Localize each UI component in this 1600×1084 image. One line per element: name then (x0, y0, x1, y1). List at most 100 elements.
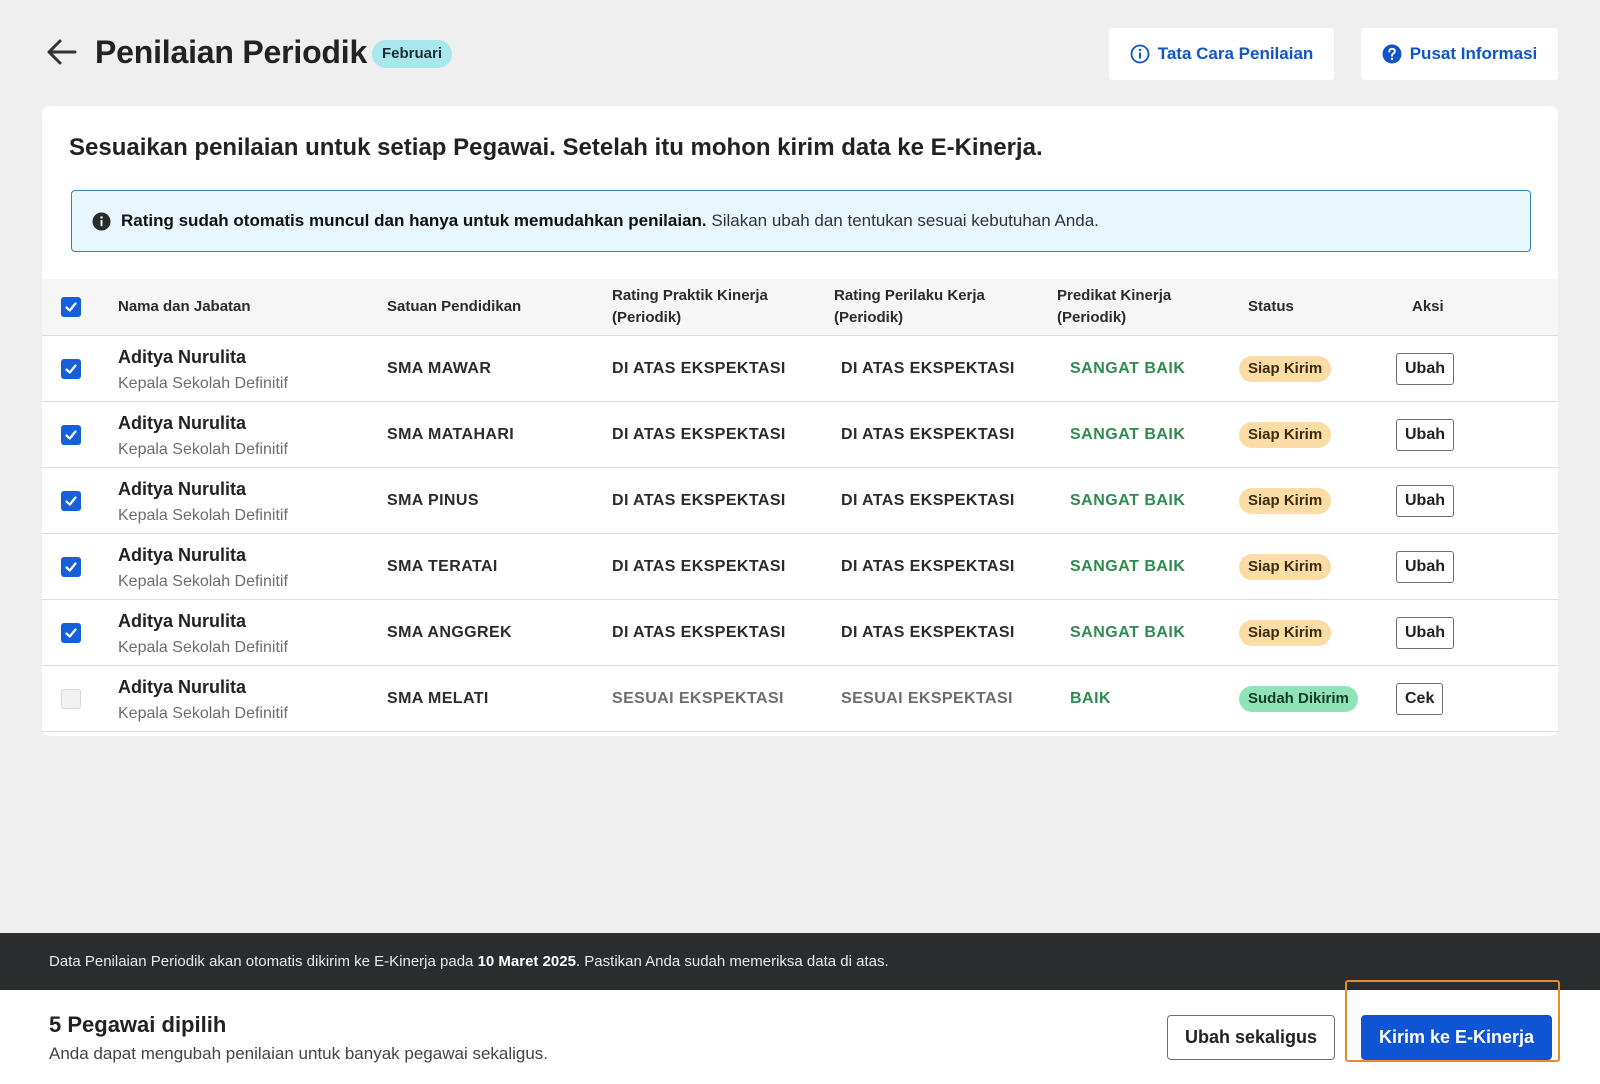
predikat-kinerja: SANGAT BAIK (1070, 492, 1186, 509)
education-unit: SMA TERATAI (387, 558, 498, 575)
col-header-predikat: Predikat Kinerja (Periodik) (1057, 285, 1171, 329)
notice-text: Data Penilaian Periodik akan otomatis di… (49, 953, 889, 970)
rating-perilaku-kerja: DI ATAS EKSPEKTASI (841, 492, 1015, 509)
bottom-action-bar: 5 Pegawai dipilih Anda dapat mengubah pe… (0, 980, 1600, 1084)
table-row: Aditya Nurulita Kepala Sekolah Definitif S… (42, 666, 1558, 732)
check-icon (65, 562, 77, 572)
rating-praktik-kinerja: DI ATAS EKSPEKTASI (612, 558, 786, 575)
employee-role: Kepala Sekolah Definitif (118, 375, 288, 392)
employee-name: Aditya Nurulita (118, 677, 247, 697)
education-unit: SMA ANGGREK (387, 624, 512, 641)
employee-role: Kepala Sekolah Definitif (118, 573, 288, 590)
education-unit: SMA MELATI (387, 690, 489, 707)
tata-cara-penilaian-button[interactable]: Tata Cara Penilaian (1109, 28, 1334, 80)
tata-cara-label: Tata Cara Penilaian (1157, 44, 1314, 63)
row-action-button[interactable]: Cek (1396, 683, 1444, 715)
info-banner-text: Rating sudah otomatis muncul dan hanya u… (121, 211, 1099, 231)
rating-perilaku-kerja: DI ATAS EKSPEKTASI (841, 624, 1015, 641)
table-row: Aditya Nurulita Kepala Sekolah Definitif S… (42, 402, 1558, 468)
col-header-name: Nama dan Jabatan (118, 298, 251, 315)
help-circle-icon (1382, 44, 1402, 64)
predikat-kinerja: SANGAT BAIK (1070, 624, 1186, 641)
employee-role: Kepala Sekolah Definitif (118, 705, 288, 722)
status-badge: Siap Kirim (1239, 488, 1332, 514)
rating-praktik-kinerja: DI ATAS EKSPEKTASI (612, 426, 786, 443)
info-banner-rest: Silakan ubah dan tentukan sesuai kebutuh… (711, 211, 1099, 230)
education-unit: SMA MAWAR (387, 360, 492, 377)
pusat-informasi-button[interactable]: Pusat Informasi (1361, 28, 1558, 80)
predikat-kinerja: SANGAT BAIK (1070, 426, 1186, 443)
rating-perilaku-kerja: DI ATAS EKSPEKTASI (841, 426, 1015, 443)
rating-perilaku-kerja: DI ATAS EKSPEKTASI (841, 360, 1015, 377)
row-action-button[interactable]: Ubah (1396, 551, 1454, 583)
rating-praktik-kinerja: DI ATAS EKSPEKTASI (612, 360, 786, 377)
education-unit: SMA MATAHARI (387, 426, 515, 443)
month-badge: Februari (372, 40, 453, 68)
status-badge: Siap Kirim (1239, 554, 1332, 580)
status-badge: Siap Kirim (1239, 356, 1332, 382)
col-header-predikat-line1: Predikat Kinerja (1057, 287, 1172, 304)
check-icon (65, 302, 77, 312)
col-header-rating-praktik: Rating Praktik Kinerja (Periodik) (612, 285, 768, 329)
status-badge: Siap Kirim (1239, 422, 1332, 448)
check-icon (65, 364, 77, 374)
info-circle-icon (1130, 44, 1150, 64)
employee-role: Kepala Sekolah Definitif (118, 441, 288, 458)
select-all-checkbox[interactable] (61, 297, 81, 317)
col-header-rating-praktik-line1: Rating Praktik Kinerja (612, 287, 768, 304)
row-checkbox[interactable] (61, 689, 81, 709)
page-header: Penilaian Periodik Februari Tata Cara Pe… (0, 0, 1600, 106)
table-row: Aditya Nurulita Kepala Sekolah Definitif S… (42, 336, 1558, 402)
pusat-informasi-label: Pusat Informasi (1409, 44, 1538, 63)
row-checkbox[interactable] (61, 359, 81, 379)
employee-name: Aditya Nurulita (118, 413, 247, 433)
notice-pre: Data Penilaian Periodik akan otomatis di… (49, 953, 474, 970)
send-to-ekinerja-button[interactable]: Kirim ke E-Kinerja (1361, 1015, 1552, 1060)
table-row: Aditya Nurulita Kepala Sekolah Definitif S… (42, 600, 1558, 666)
col-header-aksi: Aksi (1412, 298, 1444, 315)
row-action-button[interactable]: Ubah (1396, 485, 1454, 517)
info-banner: Rating sudah otomatis muncul dan hanya u… (71, 190, 1531, 252)
col-header-rating-perilaku: Rating Perilaku Kerja (Periodik) (834, 285, 985, 329)
table-header: Nama dan Jabatan Satuan Pendidikan Ratin… (42, 279, 1558, 336)
predikat-kinerja: SANGAT BAIK (1070, 558, 1186, 575)
row-action-button[interactable]: Ubah (1396, 419, 1454, 451)
row-checkbox[interactable] (61, 623, 81, 643)
col-header-unit: Satuan Pendidikan (387, 298, 522, 315)
arrow-left-icon (47, 39, 77, 65)
row-checkbox[interactable] (61, 557, 81, 577)
row-action-button[interactable]: Ubah (1396, 353, 1454, 385)
employee-name: Aditya Nurulita (118, 479, 247, 499)
assessment-card: Sesuaikan penilaian untuk setiap Pegawai… (42, 106, 1558, 736)
card-heading: Sesuaikan penilaian untuk setiap Pegawai… (69, 134, 1043, 161)
info-filled-icon (92, 211, 111, 231)
check-icon (65, 628, 77, 638)
education-unit: SMA PINUS (387, 492, 479, 509)
rating-praktik-kinerja: SESUAI EKSPEKTASI (612, 690, 784, 707)
status-badge: Sudah Dikirim (1239, 686, 1358, 712)
col-header-rating-perilaku-line1: Rating Perilaku Kerja (834, 287, 985, 304)
rating-perilaku-kerja: DI ATAS EKSPEKTASI (841, 558, 1015, 575)
row-checkbox[interactable] (61, 425, 81, 445)
employee-name: Aditya Nurulita (118, 347, 247, 367)
employee-role: Kepala Sekolah Definitif (118, 639, 288, 656)
col-header-rating-perilaku-line2: (Periodik) (834, 309, 904, 326)
rating-praktik-kinerja: DI ATAS EKSPEKTASI (612, 624, 786, 641)
back-button[interactable] (44, 34, 80, 70)
col-header-rating-praktik-line2: (Periodik) (612, 309, 682, 326)
employee-name: Aditya Nurulita (118, 611, 247, 631)
predikat-kinerja: SANGAT BAIK (1070, 360, 1186, 377)
row-checkbox[interactable] (61, 491, 81, 511)
bulk-edit-button[interactable]: Ubah sekaligus (1167, 1015, 1335, 1060)
col-header-status: Status (1248, 298, 1294, 315)
rating-praktik-kinerja: DI ATAS EKSPEKTASI (612, 492, 786, 509)
table-row: Aditya Nurulita Kepala Sekolah Definitif S… (42, 468, 1558, 534)
notice-date: 10 Maret 2025 (477, 953, 576, 970)
row-action-button[interactable]: Ubah (1396, 617, 1454, 649)
check-icon (65, 496, 77, 506)
employee-name: Aditya Nurulita (118, 545, 247, 565)
rating-perilaku-kerja: SESUAI EKSPEKTASI (841, 690, 1013, 707)
status-badge: Siap Kirim (1239, 620, 1332, 646)
table-row: Aditya Nurulita Kepala Sekolah Definitif S… (42, 534, 1558, 600)
notice-post: . Pastikan Anda sudah memeriksa data di … (575, 953, 889, 970)
